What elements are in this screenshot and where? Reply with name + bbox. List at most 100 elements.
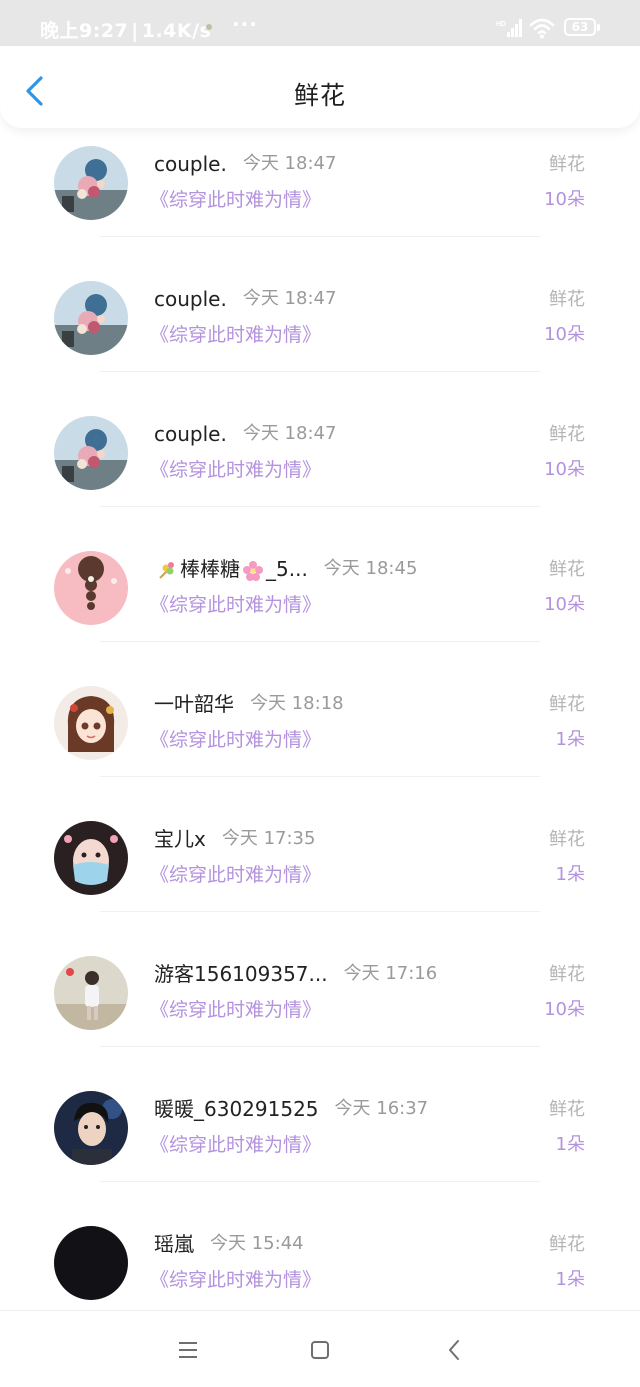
book-title[interactable]: 《综穿此时难为情》: [150, 455, 321, 485]
item-header-line: couple. 今天 18:47: [154, 149, 534, 179]
item-header-line: 一叶韶华 今天 18:18: [154, 689, 534, 719]
avatar[interactable]: [54, 686, 128, 760]
user-name-main: 棒棒糖: [180, 557, 240, 581]
gift-time: 今天 17:16: [343, 963, 438, 984]
gift-type: 鲜花: [549, 559, 585, 580]
book-title[interactable]: 《综穿此时难为情》: [150, 860, 321, 890]
item-header-line: 宝儿x 今天 17:35: [154, 824, 534, 854]
list-item[interactable]: couple. 今天 18:47 《综穿此时难为情》 鲜花 10朵: [0, 128, 640, 250]
user-name: 一叶韶华: [154, 692, 234, 716]
signal-icon: HD: [496, 19, 522, 37]
status-time-group: 晚上9:27 | 1.4K/s: [40, 16, 211, 43]
user-name: 瑶嵐: [154, 1232, 194, 1256]
list-item[interactable]: couple. 今天 18:47 《综穿此时难为情》 鲜花 10朵: [0, 250, 640, 385]
divider: [100, 1046, 540, 1047]
shield-dot-icon: [206, 24, 212, 30]
avatar[interactable]: [54, 821, 128, 895]
top-header: 鲜花: [0, 46, 640, 128]
list-item[interactable]: 游客156109357... 今天 17:16 《综穿此时难为情》 鲜花 10朵: [0, 925, 640, 1060]
gift-type: 鲜花: [549, 154, 585, 175]
page-title: 鲜花: [293, 81, 346, 110]
item-header-line: couple. 今天 18:47: [154, 284, 534, 314]
avatar[interactable]: [54, 1226, 128, 1300]
list-item[interactable]: 棒棒糖 _5... 今天 18:45 《综穿此时难为情》 鲜花 10朵: [0, 520, 640, 655]
flower-bouquet-avatar-icon: [54, 416, 128, 490]
avatar[interactable]: [54, 551, 128, 625]
masked-girl-avatar-icon: [54, 821, 128, 895]
item-header-line: 暖暖_630291525 今天 16:37: [154, 1094, 534, 1124]
gift-type: 鲜花: [549, 1099, 585, 1120]
user-name: 游客156109357...: [154, 962, 328, 986]
avatar[interactable]: [54, 956, 128, 1030]
item-header-line: 游客156109357... 今天 17:16: [154, 959, 534, 989]
sakura-emoji-icon: [243, 560, 263, 581]
book-title[interactable]: 《综穿此时难为情》: [150, 995, 321, 1025]
gift-count: 1朵: [555, 864, 585, 885]
divider: [100, 1181, 540, 1182]
anime-girl-avatar-icon: [54, 686, 128, 760]
list-item[interactable]: 暖暖_630291525 今天 16:37 《综穿此时难为情》 鲜花 1朵: [0, 1060, 640, 1195]
book-title[interactable]: 《综穿此时难为情》: [150, 725, 321, 755]
more-dots-icon: ···: [232, 12, 258, 36]
back-chevron-icon: [449, 1340, 459, 1360]
book-title[interactable]: 《综穿此时难为情》: [150, 1265, 321, 1295]
book-title[interactable]: 《综穿此时难为情》: [150, 1130, 321, 1160]
user-name: 棒棒糖 _5...: [154, 554, 308, 584]
gift-count: 1朵: [555, 729, 585, 750]
user-name: 宝儿x: [154, 827, 206, 851]
gift-count: 1朵: [555, 1134, 585, 1155]
user-name: couple.: [154, 422, 227, 446]
menu-icon: [179, 1342, 197, 1358]
book-title[interactable]: 《综穿此时难为情》: [150, 590, 321, 620]
black-avatar-icon: [54, 1226, 128, 1300]
gift-count: 10朵: [544, 189, 585, 210]
flower-bouquet-avatar-icon: [54, 146, 128, 220]
gift-type: 鲜花: [549, 694, 585, 715]
divider: [100, 641, 540, 642]
gift-time: 今天 15:44: [210, 1233, 304, 1254]
list-item[interactable]: 瑶嵐 今天 15:44 《综穿此时难为情》 鲜花 1朵: [0, 1195, 640, 1310]
status-separator: |: [131, 20, 139, 42]
divider: [100, 236, 540, 237]
gift-time: 今天 17:35: [221, 828, 316, 849]
nav-menu-button[interactable]: [171, 1333, 205, 1367]
user-name: couple.: [154, 152, 227, 176]
item-header-line: 棒棒糖 _5... 今天 18:45: [154, 554, 534, 584]
user-name: 暖暖_630291525: [154, 1097, 319, 1121]
status-clock: 晚上9:27: [40, 20, 129, 42]
battery-level: 63: [571, 20, 589, 34]
gift-type: 鲜花: [549, 829, 585, 850]
candy-emoji-icon: [159, 561, 174, 579]
status-net-speed: 1.4K/s: [141, 20, 212, 42]
home-square-icon: [311, 1341, 329, 1359]
list-item[interactable]: couple. 今天 18:47 《综穿此时难为情》 鲜花 10朵: [0, 385, 640, 520]
avatar[interactable]: [54, 281, 128, 355]
list-item[interactable]: 一叶韶华 今天 18:18 《综穿此时难为情》 鲜花 1朵: [0, 655, 640, 790]
avatar[interactable]: [54, 1091, 128, 1165]
divider: [100, 776, 540, 777]
network-hd-label: HD: [496, 21, 506, 28]
list-item[interactable]: 宝儿x 今天 17:35 《综穿此时难为情》 鲜花 1朵: [0, 790, 640, 925]
divider: [100, 371, 540, 372]
divider: [100, 911, 540, 912]
screen: 晚上9:27 | 1.4K/s ··· HD 63 鲜花 couple. 今天 …: [0, 0, 640, 1387]
gift-time: 今天 18:45: [323, 558, 418, 579]
system-nav-bar: [0, 1310, 640, 1387]
boy-portrait-avatar-icon: [54, 1091, 128, 1165]
pink-braid-avatar-icon: [54, 551, 128, 625]
book-title[interactable]: 《综穿此时难为情》: [150, 320, 321, 350]
user-name: couple.: [154, 287, 227, 311]
avatar[interactable]: [54, 146, 128, 220]
nav-back-button[interactable]: [438, 1333, 472, 1367]
avatar[interactable]: [54, 416, 128, 490]
gift-count: 10朵: [544, 324, 585, 345]
gift-type: 鲜花: [549, 424, 585, 445]
girl-outdoor-avatar-icon: [54, 956, 128, 1030]
user-name-suffix: _5...: [266, 557, 308, 581]
book-title[interactable]: 《综穿此时难为情》: [150, 185, 321, 215]
gift-count: 10朵: [544, 999, 585, 1020]
gift-count: 1朵: [555, 1269, 585, 1290]
nav-home-button[interactable]: [303, 1333, 337, 1367]
gift-type: 鲜花: [549, 964, 585, 985]
wifi-icon: [529, 18, 555, 39]
